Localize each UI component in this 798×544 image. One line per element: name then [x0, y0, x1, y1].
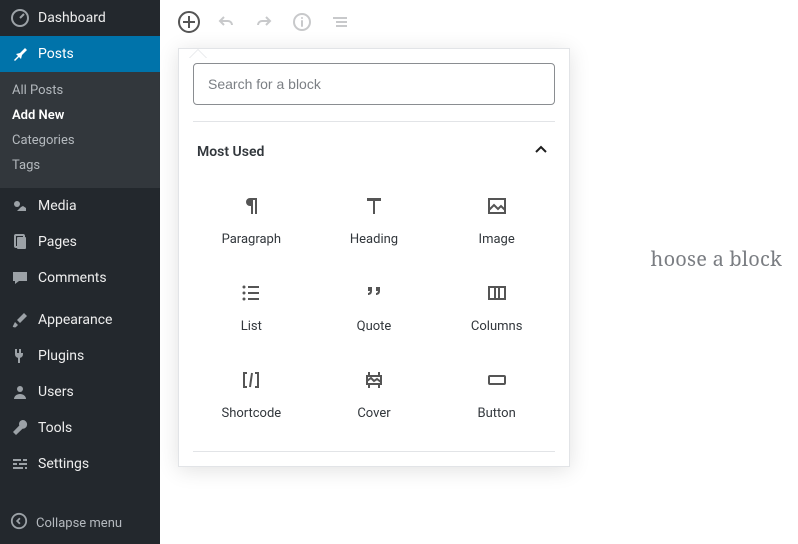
sidebar-item-dashboard[interactable]: Dashboard: [0, 0, 160, 36]
columns-icon: [485, 281, 509, 305]
block-heading[interactable]: Heading: [316, 178, 433, 259]
sidebar-item-label: Posts: [38, 46, 74, 62]
sidebar-subitem-tags[interactable]: Tags: [0, 153, 160, 178]
sidebar-item-tools[interactable]: Tools: [0, 410, 160, 446]
chevron-up-icon: [531, 140, 551, 164]
cover-icon: [362, 368, 386, 392]
block-shortcode[interactable]: Shortcode: [193, 352, 310, 433]
sidebar-item-label: Tools: [38, 420, 72, 436]
sidebar-subitem-add-new[interactable]: Add New: [0, 103, 160, 128]
sidebar-item-comments[interactable]: Comments: [0, 260, 160, 296]
block-button[interactable]: Button: [438, 352, 555, 433]
block-label: Heading: [350, 232, 398, 247]
block-columns[interactable]: Columns: [438, 265, 555, 346]
editor-main: hoose a block Most Used Paragraph Headin…: [160, 0, 798, 544]
sidebar-item-label: Comments: [38, 270, 107, 286]
add-block-button[interactable]: [178, 11, 200, 33]
sidebar-item-label: Appearance: [38, 312, 112, 328]
admin-sidebar: Dashboard Posts All Posts Add New Catego…: [0, 0, 160, 544]
inserter-section-header[interactable]: Most Used: [193, 121, 555, 178]
dashboard-icon: [10, 8, 30, 28]
wrench-icon: [10, 418, 30, 438]
sidebar-item-label: Dashboard: [38, 10, 106, 26]
block-image[interactable]: Image: [438, 178, 555, 259]
paragraph-icon: [239, 194, 263, 218]
list-icon: [239, 281, 263, 305]
sidebar-item-posts[interactable]: Posts: [0, 36, 160, 72]
sidebar-subitem-categories[interactable]: Categories: [0, 128, 160, 153]
sidebar-item-appearance[interactable]: Appearance: [0, 302, 160, 338]
pages-icon: [10, 232, 30, 252]
block-label: List: [241, 319, 262, 334]
block-label: Columns: [471, 319, 523, 334]
user-icon: [10, 382, 30, 402]
sidebar-item-settings[interactable]: Settings: [0, 446, 160, 482]
sliders-icon: [10, 454, 30, 474]
block-label: Cover: [357, 406, 390, 421]
block-label: Button: [478, 406, 516, 421]
info-button[interactable]: [290, 10, 314, 34]
inserter-block-grid: Paragraph Heading Image List Quote: [193, 178, 555, 452]
block-label: Shortcode: [221, 406, 281, 421]
button-icon: [485, 368, 509, 392]
outline-button[interactable]: [328, 10, 352, 34]
block-list[interactable]: List: [193, 265, 310, 346]
block-quote[interactable]: Quote: [316, 265, 433, 346]
shortcode-icon: [239, 368, 263, 392]
block-label: Image: [479, 232, 515, 247]
sidebar-item-users[interactable]: Users: [0, 374, 160, 410]
sidebar-item-label: Pages: [38, 234, 77, 250]
redo-button[interactable]: [252, 10, 276, 34]
block-inserter-popover: Most Used Paragraph Heading Image: [178, 48, 570, 467]
brush-icon: [10, 310, 30, 330]
sidebar-posts-submenu: All Posts Add New Categories Tags: [0, 72, 160, 188]
sidebar-item-label: Media: [38, 198, 77, 214]
block-label: Paragraph: [222, 232, 281, 247]
sidebar-item-pages[interactable]: Pages: [0, 224, 160, 260]
heading-icon: [362, 194, 386, 218]
undo-button[interactable]: [214, 10, 238, 34]
block-paragraph[interactable]: Paragraph: [193, 178, 310, 259]
canvas-placeholder-text: hoose a block: [651, 245, 782, 272]
collapse-icon: [10, 512, 28, 534]
sidebar-item-plugins[interactable]: Plugins: [0, 338, 160, 374]
sidebar-item-label: Users: [38, 384, 74, 400]
pin-icon: [10, 44, 30, 64]
quote-icon: [362, 281, 386, 305]
sidebar-item-label: Plugins: [38, 348, 84, 364]
block-search-input[interactable]: [193, 63, 555, 105]
sidebar-subitem-all-posts[interactable]: All Posts: [0, 78, 160, 103]
plug-icon: [10, 346, 30, 366]
sidebar-item-media[interactable]: Media: [0, 188, 160, 224]
collapse-menu-button[interactable]: Collapse menu: [0, 502, 160, 544]
comment-icon: [10, 268, 30, 288]
collapse-menu-label: Collapse menu: [36, 516, 122, 531]
sidebar-item-label: Settings: [38, 456, 89, 472]
block-cover[interactable]: Cover: [316, 352, 433, 433]
editor-toolbar: [160, 0, 798, 44]
media-icon: [10, 196, 30, 216]
image-icon: [485, 194, 509, 218]
inserter-section-title: Most Used: [197, 144, 264, 160]
block-label: Quote: [357, 319, 392, 334]
